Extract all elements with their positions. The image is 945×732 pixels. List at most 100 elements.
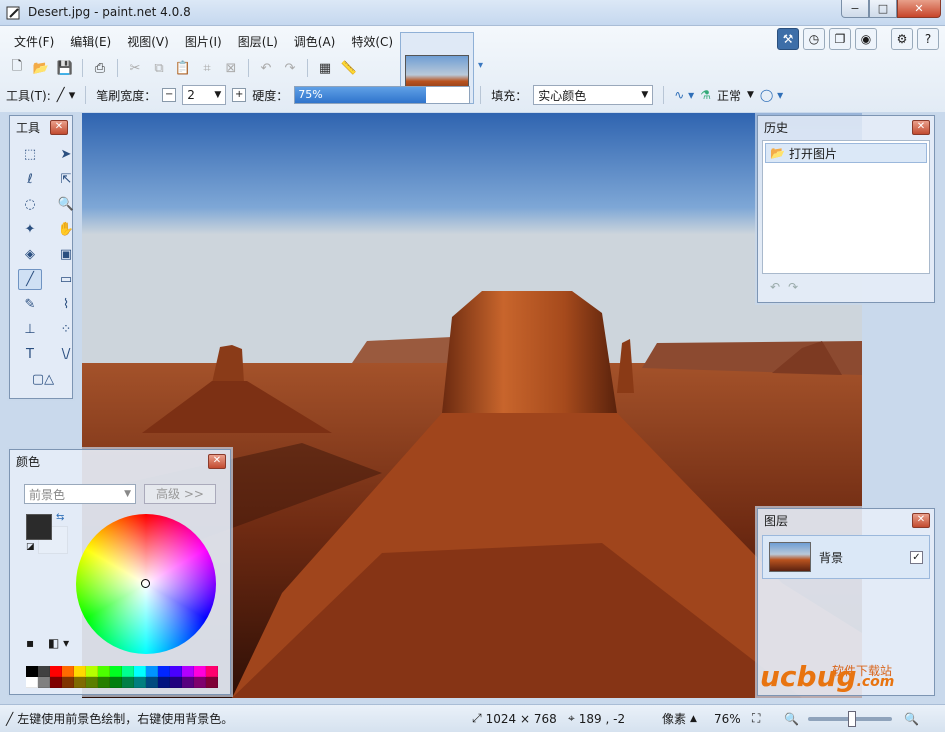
palette-swatch[interactable] [122,666,134,677]
menu-image[interactable]: 图片(I) [177,29,230,54]
open-folder-icon[interactable]: 📂 [30,57,52,79]
close-window-button[interactable]: ✕ [897,0,941,18]
palette-swatch[interactable] [122,677,134,688]
undo-icon[interactable]: ↶ [770,280,780,294]
save-icon[interactable]: 💾 [54,57,76,79]
palette-swatch[interactable] [134,677,146,688]
menu-file[interactable]: 文件(F) [6,29,62,54]
color-wheel[interactable] [76,514,216,654]
palette-swatch[interactable] [98,677,110,688]
palette-swatch[interactable] [98,666,110,677]
paintbrush-icon[interactable]: ╱ [18,269,42,290]
layers-window-toggle-icon[interactable]: ❐ [829,28,851,50]
advanced-colors-button[interactable]: 高级 >> [144,484,216,504]
history-window-toggle-icon[interactable]: ◷ [803,28,825,50]
brush-width-increase-button[interactable]: + [232,88,247,102]
close-icon[interactable]: ✕ [912,512,930,528]
palette-swatch[interactable] [26,677,38,688]
palette-swatch[interactable] [110,666,122,677]
redo-icon[interactable]: ↷ [279,57,301,79]
cut-icon[interactable]: ✂ [124,57,146,79]
palette-swatch[interactable] [158,666,170,677]
rectangle-select-icon[interactable]: ⬚ [18,144,42,165]
palette-swatch[interactable] [206,677,218,688]
close-icon[interactable]: ✕ [912,119,930,135]
palette-menu-icon[interactable]: ◧ ▾ [48,636,69,650]
help-icon[interactable]: ? [917,28,939,50]
palette-swatch[interactable] [182,666,194,677]
gradient-icon[interactable]: ▣ [54,244,78,265]
palette-swatch[interactable] [134,666,146,677]
palette-swatch[interactable] [26,666,38,677]
layer-row[interactable]: 背景 ✓ [762,535,930,579]
move-selected-pixels-icon[interactable]: ➤ [54,144,78,165]
hardness-slider[interactable]: 75% [294,86,471,104]
brush-width-decrease-button[interactable]: − [162,88,177,102]
zoom-slider-thumb[interactable] [848,711,856,727]
paint-bucket-icon[interactable]: ◈ [18,244,42,265]
palette-swatch[interactable] [110,677,122,688]
grid-icon[interactable]: ▦ [314,57,336,79]
minimize-button[interactable]: − [841,0,869,18]
palette-swatch[interactable] [194,677,206,688]
palette-swatch[interactable] [146,666,158,677]
reset-colors-icon[interactable]: ◪ [26,542,35,552]
history-item[interactable]: 📂 打开图片 [765,143,927,163]
zoom-to-window-icon[interactable]: ⛶ [752,711,760,726]
brush-width-combo[interactable]: 2 ▼ [182,85,227,105]
menu-effects[interactable]: 特效(C) [343,29,401,54]
color-target-combo[interactable]: 前景色 ▼ [24,484,136,504]
palette-swatch[interactable] [146,677,158,688]
redo-icon[interactable]: ↷ [788,280,798,294]
colors-window-toggle-icon[interactable]: ◉ [855,28,877,50]
print-icon[interactable]: ⎙ [89,57,111,79]
palette-swatch[interactable] [62,677,74,688]
eraser-icon[interactable]: ▭ [54,269,78,290]
palette-swatch[interactable] [194,666,206,677]
new-file-icon[interactable]: 🗋 [6,57,28,79]
lasso-select-icon[interactable]: ℓ [18,169,42,190]
close-icon[interactable]: ✕ [50,119,68,135]
deselect-icon[interactable]: ⊠ [220,57,242,79]
shapes-icon[interactable]: ▢△ [18,369,68,390]
recolor-icon[interactable]: ⁘ [54,319,78,340]
blend-mode-value[interactable]: 正常 [717,87,741,104]
palette-swatch[interactable] [74,677,86,688]
close-icon[interactable]: ✕ [208,453,226,469]
palette-swatch[interactable] [74,666,86,677]
selection-mode-icon[interactable]: ◯ ▾ [760,88,783,102]
undo-icon[interactable]: ↶ [255,57,277,79]
palette-swatch[interactable] [38,666,50,677]
menu-view[interactable]: 视图(V) [119,29,177,54]
swap-colors-icon[interactable]: ⇆ [56,512,64,523]
menu-adjustments[interactable]: 调色(A) [286,29,344,54]
palette-swatch[interactable] [158,677,170,688]
pan-hand-icon[interactable]: ✋ [54,219,78,240]
zoom-out-icon[interactable]: 🔍 [784,712,799,726]
palette-swatch[interactable] [86,666,98,677]
tools-window-toggle-icon[interactable]: ⚒ [777,28,799,50]
zoom-in-icon[interactable]: 🔍 [904,712,919,726]
line-curve-icon[interactable]: \/ [54,344,78,365]
crop-icon[interactable]: ⌗ [196,57,218,79]
palette-swatch[interactable] [50,666,62,677]
layer-visibility-checkbox[interactable]: ✓ [910,550,923,564]
text-icon[interactable]: T [18,344,42,365]
palette-swatch[interactable] [62,666,74,677]
settings-gear-icon[interactable]: ⚙ [891,28,913,50]
current-tool-brush-icon[interactable]: ╱ ▾ [57,88,75,103]
ellipse-select-icon[interactable]: ◌ [18,194,42,215]
palette-swatch[interactable] [170,666,182,677]
units-selector[interactable]: 像素 ▲ [662,710,697,727]
clone-stamp-icon[interactable]: ⊥ [18,319,42,340]
palette-swatch[interactable] [38,677,50,688]
add-to-palette-icon[interactable]: ▪ [26,636,34,650]
move-selection-icon[interactable]: ⇱ [54,169,78,190]
palette-swatch[interactable] [182,677,194,688]
blend-mode-flask-icon[interactable]: ⚗ [700,88,711,102]
color-wheel-marker[interactable] [141,579,150,588]
magic-wand-icon[interactable]: ✦ [18,219,42,240]
menu-edit[interactable]: 编辑(E) [62,29,119,54]
chevron-down-icon[interactable]: ▼ [747,90,754,100]
ruler-icon[interactable]: 📏 [338,57,360,79]
